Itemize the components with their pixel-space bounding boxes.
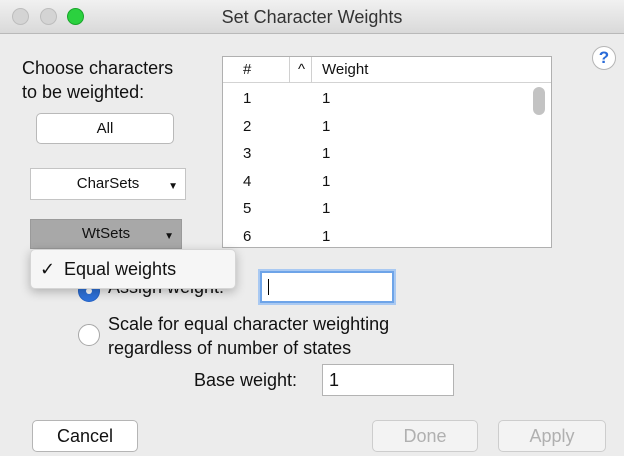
table-row[interactable]: 2 1 [223,113,551,141]
row-number: 5 [243,200,252,217]
row-weight: 1 [322,227,331,245]
scale-equal-weighting-label: Scale for equal character weighting rega… [108,312,389,360]
row-weight: 1 [322,90,331,107]
chevron-down-icon: ▼ [164,231,174,242]
checkmark-icon: ✓ [40,259,56,279]
apply-button[interactable]: Apply [498,420,606,452]
table-header: # ^ Weight [223,57,551,83]
all-button[interactable]: All [36,113,174,144]
table-scrollbar[interactable] [533,87,545,115]
column-header-number[interactable]: # [243,57,251,83]
scale-equal-weighting-radio[interactable] [78,324,100,346]
row-number: 6 [243,227,252,245]
table-row[interactable]: 1 1 [223,85,551,113]
table-row[interactable]: 6 1 [223,223,551,248]
row-number: 1 [243,90,252,107]
scale-label-line1: Scale for equal character weighting [108,314,390,334]
row-weight: 1 [322,200,331,217]
chevron-down-icon: ▼ [168,181,178,192]
row-weight: 1 [322,172,331,190]
column-header-weight[interactable]: Weight [311,57,368,83]
title-bar: Set Character Weights [0,0,624,34]
charsets-label: CharSets [76,175,140,192]
sort-indicator-icon[interactable]: ^ [289,57,305,83]
base-weight-label: Base weight: [194,370,298,390]
assign-weight-input[interactable] [260,271,394,303]
table-body: 1 1 2 1 3 1 4 1 5 1 6 1 [223,85,551,248]
wtsets-label: WtSets [81,225,131,242]
row-number: 3 [243,145,252,162]
row-number: 2 [243,117,252,135]
base-weight-input[interactable]: 1 [322,364,454,396]
row-weight: 1 [322,145,331,162]
window-title: Set Character Weights [221,7,403,27]
menu-item-equal-weights[interactable]: Equal weights [64,250,176,288]
text-cursor [268,279,269,295]
wtsets-popup[interactable]: WtSets ▼ [30,219,182,249]
choose-characters-label: Choose characters to be weighted: [22,56,222,104]
charsets-popup[interactable]: CharSets ▼ [30,168,186,200]
scale-label-line2: regardless of number of states [108,338,352,358]
table-row[interactable]: 3 1 [223,140,551,168]
table-row[interactable]: 5 1 [223,195,551,223]
cancel-button[interactable]: Cancel [32,420,138,452]
character-weight-table[interactable]: # ^ Weight 1 1 2 1 3 1 4 1 5 1 6 1 [222,56,552,248]
row-number: 4 [243,172,252,190]
help-icon[interactable]: ? [592,46,616,70]
choose-label-line1: Choose characters [22,58,174,78]
done-button[interactable]: Done [372,420,478,452]
choose-label-line2: to be weighted: [22,82,145,102]
table-row[interactable]: 4 1 [223,168,551,196]
row-weight: 1 [322,117,331,135]
wtsets-dropdown-menu: ✓ Equal weights [30,249,236,289]
